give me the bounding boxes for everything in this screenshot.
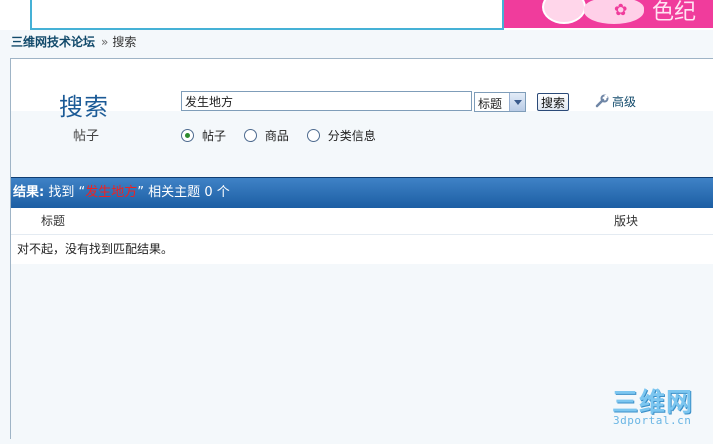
search-button[interactable]: 搜索 [537,93,569,111]
radio-label: 商品 [264,129,289,143]
breadcrumb-separator: » [101,35,109,49]
empty-result-row: 对不起，没有找到匹配结果。 [11,235,713,263]
advanced-search-link[interactable]: 高级 [595,93,636,110]
radio-checked-icon[interactable] [181,129,194,142]
banner-ad-left[interactable] [30,0,504,30]
page-title: 搜索 [59,93,109,121]
result-found-text: 找到 [48,185,75,200]
site-watermark-logo: 三维网 3dportal.cn [612,382,707,428]
radio-label: 分类信息 [327,129,376,143]
breadcrumb-current: 搜索 [112,35,137,49]
radio-posts[interactable]: 帖子 [181,127,226,144]
column-title: 标题 [41,214,66,228]
flower-icon: ✿ [614,0,628,19]
result-unit: 个 [216,185,230,200]
chevron-down-icon[interactable] [509,93,525,111]
lower-blank-area [11,264,713,444]
radio-goods[interactable]: 商品 [243,127,289,144]
radio-label: 帖子 [202,129,227,143]
advanced-search-label: 高级 [612,95,637,109]
wrench-icon [595,94,609,108]
search-panel: 搜索 帖子 标题 搜索 高级 帖子 商品 分类信息 结果: 找到 “发生地方” … [10,58,713,444]
top-banner-area: ✿ 色纪佳 [0,0,713,30]
breadcrumb-forum-link[interactable]: 三维网技术论坛 [11,35,95,49]
result-suffix: 相关主题 [148,185,201,200]
radio-unchecked-icon[interactable] [306,129,320,142]
cartoon-face-graphic [542,0,586,24]
banner-text: 色纪佳 [652,0,697,25]
empty-message: 对不起，没有找到匹配结果。 [17,242,174,256]
table-header: 标题 版块 [11,208,713,235]
search-area-bottom [11,111,713,177]
close-quote: ” [137,185,145,200]
breadcrumb: 三维网技术论坛 » 搜索 [11,33,136,50]
result-label: 结果: [13,185,45,200]
search-type-title: 帖子 [73,129,100,144]
banner-ad-right[interactable]: ✿ 色纪佳 [504,0,713,28]
search-field-value: 标题 [478,97,503,111]
search-input[interactable] [181,91,472,111]
watermark-en: 3dportal.cn [613,414,692,427]
result-header: 结果: 找到 “发生地方” 相关主题 0 个 [11,177,713,208]
radio-unchecked-icon[interactable] [243,129,257,142]
search-type-radios: 帖子 商品 分类信息 [181,127,390,144]
radio-classified[interactable]: 分类信息 [306,127,376,144]
result-keyword: 发生地方 [85,185,138,200]
column-board: 版块 [614,214,639,228]
result-count: 0 [204,185,213,200]
search-field-select[interactable]: 标题 [474,92,526,112]
